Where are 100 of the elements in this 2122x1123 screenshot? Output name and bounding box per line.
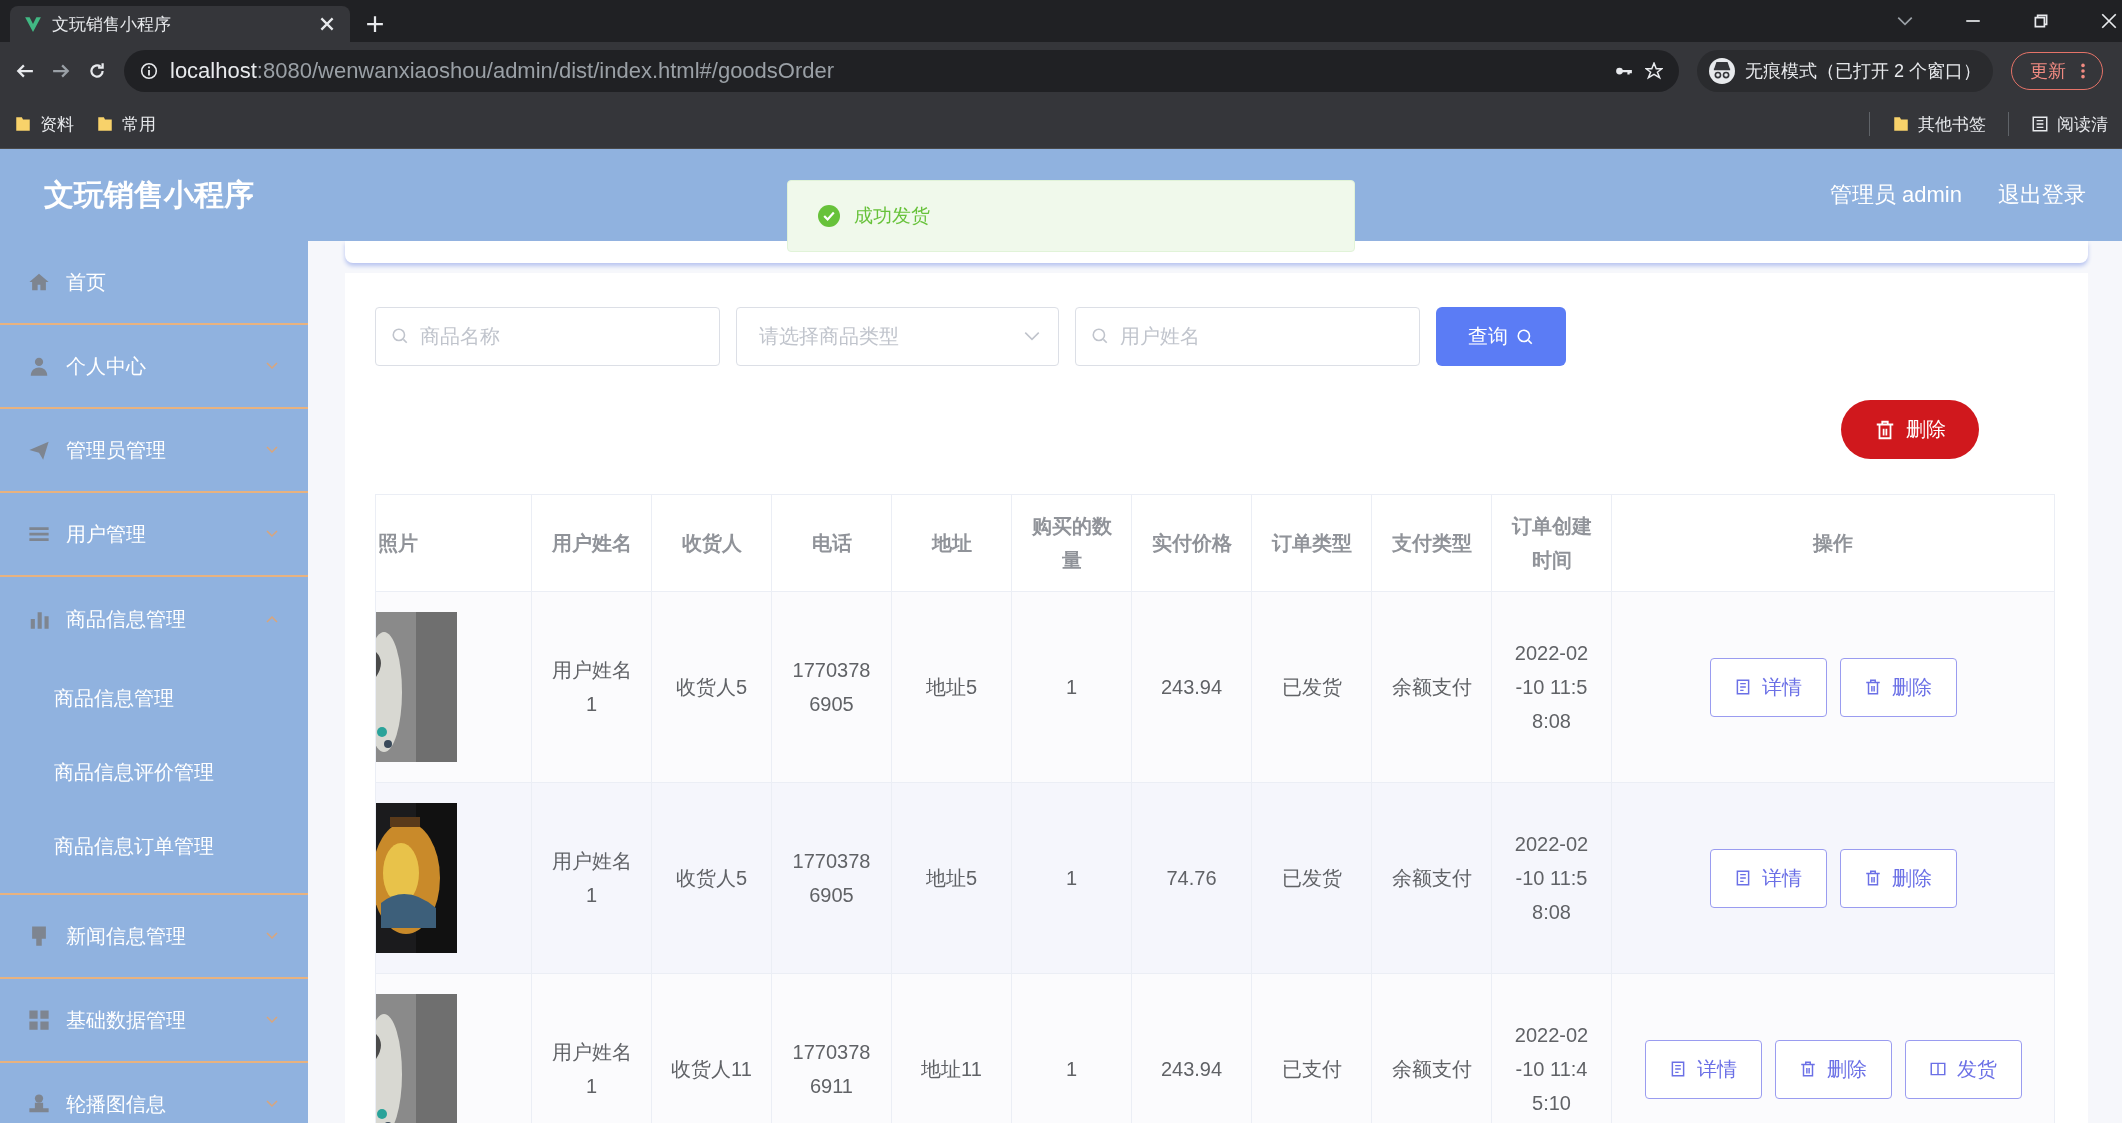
table-cell: 余额支付 xyxy=(1371,591,1492,783)
incognito-indicator[interactable]: 无痕模式（已打开 2 个窗口） xyxy=(1697,50,1993,92)
query-button[interactable]: 查询 xyxy=(1436,307,1566,366)
table-cell: 地址11 xyxy=(891,973,1012,1123)
sidebar-subitem[interactable]: 商品信息管理 xyxy=(0,661,308,735)
admin-user-link[interactable]: 管理员 admin xyxy=(1829,180,1962,210)
trash-icon xyxy=(1864,678,1882,696)
column-header: 照片 xyxy=(375,494,532,592)
v-logo-icon xyxy=(24,15,42,33)
search-field[interactable]: 用户姓名 xyxy=(1075,307,1420,366)
table-cell: 已发货 xyxy=(1251,591,1372,783)
table-cell: 1 xyxy=(1011,973,1132,1123)
app-title: 文玩销售小程序 xyxy=(44,176,254,213)
delete-button[interactable]: 删除 xyxy=(1839,657,1957,717)
sidebar-item[interactable]: 轮播图信息 xyxy=(0,1063,308,1123)
column-header: 购买的数量 xyxy=(1011,494,1132,592)
ship-button[interactable]: 发货 xyxy=(1904,1039,2022,1099)
info-icon[interactable] xyxy=(140,62,158,80)
url-text: localhost:8080/wenwanxiaoshou/admin/dist/index.html#/goodsOrder xyxy=(170,58,835,84)
incognito-icon xyxy=(1709,58,1735,84)
bookmark-link[interactable]: 常用 xyxy=(122,112,156,136)
table-cell: 用户姓名1 xyxy=(531,782,652,974)
column-header: 订单创建时间 xyxy=(1491,494,1612,592)
paper-plane-icon xyxy=(28,439,50,461)
search-icon xyxy=(1091,327,1109,345)
table-cell: 地址5 xyxy=(891,782,1012,974)
document-icon xyxy=(1734,869,1752,887)
forward-arrow-icon[interactable] xyxy=(52,62,70,80)
column-header: 实付价格 xyxy=(1131,494,1252,592)
detail-button[interactable]: 详情 xyxy=(1644,1039,1762,1099)
document-icon xyxy=(1669,1060,1687,1078)
column-header: 操作 xyxy=(1611,494,2055,592)
search-icon xyxy=(1516,327,1534,346)
reading-list-icon[interactable] xyxy=(2031,115,2049,133)
table-cell: 余额支付 xyxy=(1371,782,1492,974)
logout-link[interactable]: 退出登录 xyxy=(1998,180,2086,210)
folder-icon xyxy=(96,115,114,133)
table-cell: 17703786911 xyxy=(771,973,892,1123)
address-bar[interactable]: localhost:8080/wenwanxiaoshou/admin/dist/index.html#/goodsOrder xyxy=(124,50,1679,92)
document-icon xyxy=(1734,678,1752,696)
sidebar-item[interactable]: 新闻信息管理 xyxy=(0,895,308,979)
table-cell: 地址5 xyxy=(891,591,1012,783)
column-header: 支付类型 xyxy=(1371,494,1492,592)
sidebar-subitem[interactable]: 商品信息评价管理 xyxy=(0,735,308,809)
success-message: 成功发货 xyxy=(787,180,1355,252)
table-cell: 收货人5 xyxy=(651,782,772,974)
search-field[interactable]: 商品名称 xyxy=(375,307,720,366)
reload-icon[interactable] xyxy=(88,62,106,80)
back-arrow-icon[interactable] xyxy=(16,62,34,80)
close-icon[interactable] xyxy=(2100,12,2118,30)
new-tab-icon[interactable] xyxy=(366,15,384,33)
more-icon xyxy=(2080,62,2086,80)
sidebar-item[interactable]: 基础数据管理 xyxy=(0,979,308,1063)
book-icon xyxy=(1929,1060,1947,1078)
home-icon xyxy=(28,271,50,293)
reading-list-link[interactable]: 阅读清 xyxy=(2057,112,2108,136)
bookmark-link[interactable]: 资料 xyxy=(40,112,74,136)
folder-icon xyxy=(1892,115,1910,133)
person-icon xyxy=(28,355,50,377)
delete-button[interactable]: 删除 xyxy=(1774,1039,1892,1099)
sidebar-item[interactable]: 个人中心 xyxy=(0,325,308,409)
table-cell: 17703786905 xyxy=(771,782,892,974)
table-cell: 用户姓名1 xyxy=(531,973,652,1123)
table-cell: 收货人5 xyxy=(651,591,772,783)
table-cell: 余额支付 xyxy=(1371,973,1492,1123)
stamp-icon xyxy=(28,1093,50,1115)
column-header: 收货人 xyxy=(651,494,772,592)
delete-button[interactable]: 删除 xyxy=(1839,848,1957,908)
star-icon[interactable] xyxy=(1645,62,1663,80)
grid-icon xyxy=(28,1009,50,1031)
type-select[interactable]: 请选择商品类型 xyxy=(736,307,1059,366)
table-cell: 74.76 xyxy=(1131,782,1252,974)
table-cell: 已支付 xyxy=(1251,973,1372,1123)
tab-title: 文玩销售小程序 xyxy=(52,13,172,36)
column-header: 订单类型 xyxy=(1251,494,1372,592)
column-header: 电话 xyxy=(771,494,892,592)
restore-icon[interactable] xyxy=(2032,12,2050,30)
table-cell: 1 xyxy=(1011,591,1132,783)
sidebar-item[interactable]: 商品信息管理 xyxy=(0,577,308,661)
close-icon[interactable] xyxy=(318,15,336,33)
trash-icon xyxy=(1864,869,1882,887)
table-cell: 1 xyxy=(1011,782,1132,974)
table-cell: 2022-02-10 11:45:10 xyxy=(1491,973,1612,1123)
other-bookmarks-link[interactable]: 其他书签 xyxy=(1918,112,1986,136)
sidebar-subitem[interactable]: 商品信息订单管理 xyxy=(0,809,308,883)
sidebar-item[interactable]: 首页 xyxy=(0,241,308,325)
detail-button[interactable]: 详情 xyxy=(1709,657,1827,717)
delete-button[interactable]: 删除 xyxy=(1841,400,1979,459)
browser-tab[interactable]: 文玩销售小程序 xyxy=(10,6,350,42)
search-icon xyxy=(391,327,409,345)
table-cell: 2022-02-10 11:58:08 xyxy=(1491,782,1612,974)
column-header: 地址 xyxy=(891,494,1012,592)
table-cell: 2022-02-10 11:58:08 xyxy=(1491,591,1612,783)
trash-icon xyxy=(1874,418,1896,441)
detail-button[interactable]: 详情 xyxy=(1709,848,1827,908)
table-cell: 收货人11 xyxy=(651,973,772,1123)
folder-icon xyxy=(14,115,32,133)
trash-icon xyxy=(1799,1060,1817,1078)
sidebar-item[interactable]: 用户管理 xyxy=(0,493,308,577)
sidebar-item[interactable]: 管理员管理 xyxy=(0,409,308,493)
